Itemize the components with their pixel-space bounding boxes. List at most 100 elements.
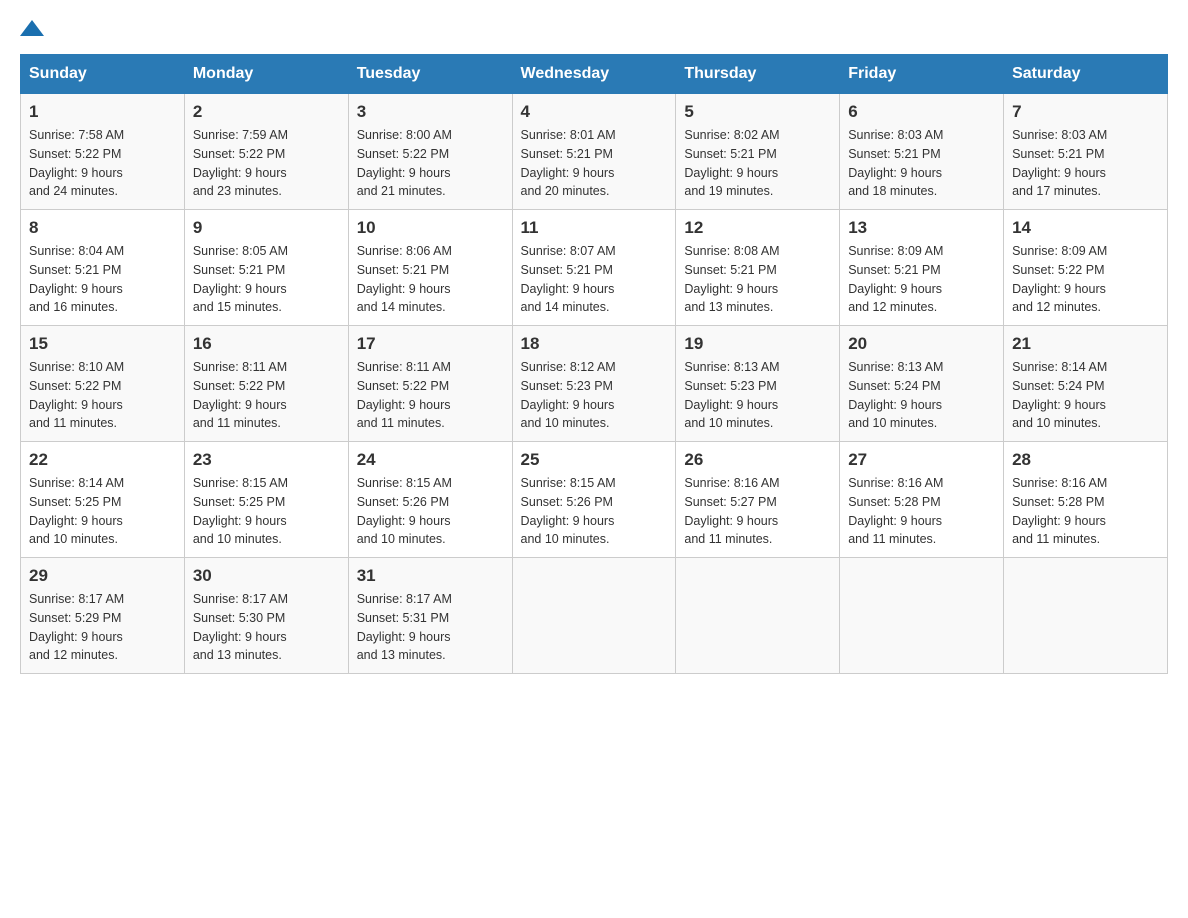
day-number: 12 <box>684 218 831 238</box>
day-number: 11 <box>521 218 668 238</box>
calendar-cell <box>1004 558 1168 674</box>
page-header <box>20 20 1168 34</box>
calendar-cell: 22 Sunrise: 8:14 AMSunset: 5:25 PMDaylig… <box>21 442 185 558</box>
week-row-3: 15 Sunrise: 8:10 AMSunset: 5:22 PMDaylig… <box>21 326 1168 442</box>
day-info: Sunrise: 8:07 AMSunset: 5:21 PMDaylight:… <box>521 244 616 314</box>
day-info: Sunrise: 8:05 AMSunset: 5:21 PMDaylight:… <box>193 244 288 314</box>
day-info: Sunrise: 8:15 AMSunset: 5:25 PMDaylight:… <box>193 476 288 546</box>
day-info: Sunrise: 8:09 AMSunset: 5:21 PMDaylight:… <box>848 244 943 314</box>
calendar-cell: 2 Sunrise: 7:59 AMSunset: 5:22 PMDayligh… <box>184 94 348 210</box>
calendar-cell: 3 Sunrise: 8:00 AMSunset: 5:22 PMDayligh… <box>348 94 512 210</box>
calendar-cell: 10 Sunrise: 8:06 AMSunset: 5:21 PMDaylig… <box>348 210 512 326</box>
day-info: Sunrise: 7:59 AMSunset: 5:22 PMDaylight:… <box>193 128 288 198</box>
day-number: 7 <box>1012 102 1159 122</box>
day-info: Sunrise: 8:17 AMSunset: 5:29 PMDaylight:… <box>29 592 124 662</box>
column-header-wednesday: Wednesday <box>512 55 676 94</box>
day-info: Sunrise: 8:14 AMSunset: 5:24 PMDaylight:… <box>1012 360 1107 430</box>
day-info: Sunrise: 8:15 AMSunset: 5:26 PMDaylight:… <box>521 476 616 546</box>
day-number: 30 <box>193 566 340 586</box>
day-number: 22 <box>29 450 176 470</box>
day-info: Sunrise: 8:08 AMSunset: 5:21 PMDaylight:… <box>684 244 779 314</box>
week-row-1: 1 Sunrise: 7:58 AMSunset: 5:22 PMDayligh… <box>21 94 1168 210</box>
day-number: 17 <box>357 334 504 354</box>
day-number: 25 <box>521 450 668 470</box>
calendar-cell: 31 Sunrise: 8:17 AMSunset: 5:31 PMDaylig… <box>348 558 512 674</box>
calendar-cell: 23 Sunrise: 8:15 AMSunset: 5:25 PMDaylig… <box>184 442 348 558</box>
column-header-monday: Monday <box>184 55 348 94</box>
logo-triangle-icon <box>20 20 44 36</box>
calendar-cell: 16 Sunrise: 8:11 AMSunset: 5:22 PMDaylig… <box>184 326 348 442</box>
calendar-cell: 25 Sunrise: 8:15 AMSunset: 5:26 PMDaylig… <box>512 442 676 558</box>
calendar-cell: 7 Sunrise: 8:03 AMSunset: 5:21 PMDayligh… <box>1004 94 1168 210</box>
calendar-body: 1 Sunrise: 7:58 AMSunset: 5:22 PMDayligh… <box>21 94 1168 674</box>
calendar-cell: 18 Sunrise: 8:12 AMSunset: 5:23 PMDaylig… <box>512 326 676 442</box>
day-info: Sunrise: 8:17 AMSunset: 5:31 PMDaylight:… <box>357 592 452 662</box>
day-info: Sunrise: 8:09 AMSunset: 5:22 PMDaylight:… <box>1012 244 1107 314</box>
calendar-cell: 1 Sunrise: 7:58 AMSunset: 5:22 PMDayligh… <box>21 94 185 210</box>
day-info: Sunrise: 7:58 AMSunset: 5:22 PMDaylight:… <box>29 128 124 198</box>
day-info: Sunrise: 8:13 AMSunset: 5:23 PMDaylight:… <box>684 360 779 430</box>
column-header-sunday: Sunday <box>21 55 185 94</box>
day-info: Sunrise: 8:16 AMSunset: 5:28 PMDaylight:… <box>848 476 943 546</box>
day-info: Sunrise: 8:11 AMSunset: 5:22 PMDaylight:… <box>193 360 287 430</box>
calendar-cell: 30 Sunrise: 8:17 AMSunset: 5:30 PMDaylig… <box>184 558 348 674</box>
day-number: 18 <box>521 334 668 354</box>
calendar-cell <box>512 558 676 674</box>
calendar-cell: 17 Sunrise: 8:11 AMSunset: 5:22 PMDaylig… <box>348 326 512 442</box>
week-row-4: 22 Sunrise: 8:14 AMSunset: 5:25 PMDaylig… <box>21 442 1168 558</box>
calendar-header-row: SundayMondayTuesdayWednesdayThursdayFrid… <box>21 55 1168 94</box>
column-header-thursday: Thursday <box>676 55 840 94</box>
day-info: Sunrise: 8:06 AMSunset: 5:21 PMDaylight:… <box>357 244 452 314</box>
calendar-cell: 19 Sunrise: 8:13 AMSunset: 5:23 PMDaylig… <box>676 326 840 442</box>
calendar-cell: 24 Sunrise: 8:15 AMSunset: 5:26 PMDaylig… <box>348 442 512 558</box>
calendar-cell: 11 Sunrise: 8:07 AMSunset: 5:21 PMDaylig… <box>512 210 676 326</box>
day-number: 23 <box>193 450 340 470</box>
day-number: 21 <box>1012 334 1159 354</box>
calendar-cell: 4 Sunrise: 8:01 AMSunset: 5:21 PMDayligh… <box>512 94 676 210</box>
calendar-cell: 21 Sunrise: 8:14 AMSunset: 5:24 PMDaylig… <box>1004 326 1168 442</box>
day-info: Sunrise: 8:17 AMSunset: 5:30 PMDaylight:… <box>193 592 288 662</box>
day-number: 9 <box>193 218 340 238</box>
calendar-cell: 14 Sunrise: 8:09 AMSunset: 5:22 PMDaylig… <box>1004 210 1168 326</box>
calendar-cell: 26 Sunrise: 8:16 AMSunset: 5:27 PMDaylig… <box>676 442 840 558</box>
calendar-cell: 13 Sunrise: 8:09 AMSunset: 5:21 PMDaylig… <box>840 210 1004 326</box>
logo <box>20 20 44 34</box>
week-row-5: 29 Sunrise: 8:17 AMSunset: 5:29 PMDaylig… <box>21 558 1168 674</box>
day-number: 1 <box>29 102 176 122</box>
day-info: Sunrise: 8:03 AMSunset: 5:21 PMDaylight:… <box>848 128 943 198</box>
day-number: 4 <box>521 102 668 122</box>
calendar-cell: 20 Sunrise: 8:13 AMSunset: 5:24 PMDaylig… <box>840 326 1004 442</box>
day-info: Sunrise: 8:14 AMSunset: 5:25 PMDaylight:… <box>29 476 124 546</box>
day-number: 3 <box>357 102 504 122</box>
day-number: 27 <box>848 450 995 470</box>
logo-icon <box>20 20 44 34</box>
day-number: 5 <box>684 102 831 122</box>
day-number: 24 <box>357 450 504 470</box>
day-number: 8 <box>29 218 176 238</box>
column-header-tuesday: Tuesday <box>348 55 512 94</box>
calendar-table: SundayMondayTuesdayWednesdayThursdayFrid… <box>20 54 1168 674</box>
day-info: Sunrise: 8:10 AMSunset: 5:22 PMDaylight:… <box>29 360 124 430</box>
day-number: 19 <box>684 334 831 354</box>
column-header-saturday: Saturday <box>1004 55 1168 94</box>
calendar-cell: 15 Sunrise: 8:10 AMSunset: 5:22 PMDaylig… <box>21 326 185 442</box>
day-info: Sunrise: 8:12 AMSunset: 5:23 PMDaylight:… <box>521 360 616 430</box>
day-info: Sunrise: 8:01 AMSunset: 5:21 PMDaylight:… <box>521 128 616 198</box>
calendar-cell: 8 Sunrise: 8:04 AMSunset: 5:21 PMDayligh… <box>21 210 185 326</box>
day-info: Sunrise: 8:13 AMSunset: 5:24 PMDaylight:… <box>848 360 943 430</box>
day-number: 2 <box>193 102 340 122</box>
day-info: Sunrise: 8:03 AMSunset: 5:21 PMDaylight:… <box>1012 128 1107 198</box>
day-number: 14 <box>1012 218 1159 238</box>
day-info: Sunrise: 8:02 AMSunset: 5:21 PMDaylight:… <box>684 128 779 198</box>
day-number: 28 <box>1012 450 1159 470</box>
day-number: 31 <box>357 566 504 586</box>
day-info: Sunrise: 8:15 AMSunset: 5:26 PMDaylight:… <box>357 476 452 546</box>
day-info: Sunrise: 8:11 AMSunset: 5:22 PMDaylight:… <box>357 360 451 430</box>
day-info: Sunrise: 8:00 AMSunset: 5:22 PMDaylight:… <box>357 128 452 198</box>
day-number: 20 <box>848 334 995 354</box>
calendar-cell <box>840 558 1004 674</box>
calendar-cell: 28 Sunrise: 8:16 AMSunset: 5:28 PMDaylig… <box>1004 442 1168 558</box>
day-info: Sunrise: 8:16 AMSunset: 5:28 PMDaylight:… <box>1012 476 1107 546</box>
day-number: 29 <box>29 566 176 586</box>
calendar-cell: 6 Sunrise: 8:03 AMSunset: 5:21 PMDayligh… <box>840 94 1004 210</box>
